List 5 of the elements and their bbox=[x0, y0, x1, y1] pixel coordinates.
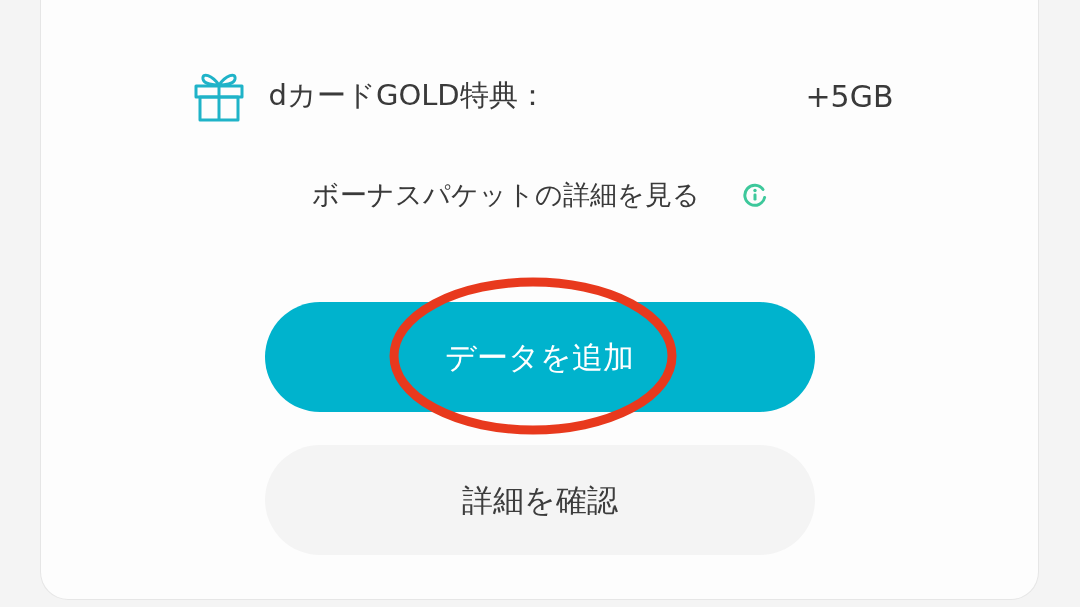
details-link[interactable]: ボーナスパケットの詳細を見る bbox=[312, 174, 700, 216]
info-icon[interactable] bbox=[743, 183, 767, 207]
benefit-value: +5GB bbox=[805, 77, 894, 116]
benefit-label: dカードGOLD特典： bbox=[268, 77, 547, 115]
details-button[interactable]: 詳細を確認 bbox=[264, 445, 815, 555]
